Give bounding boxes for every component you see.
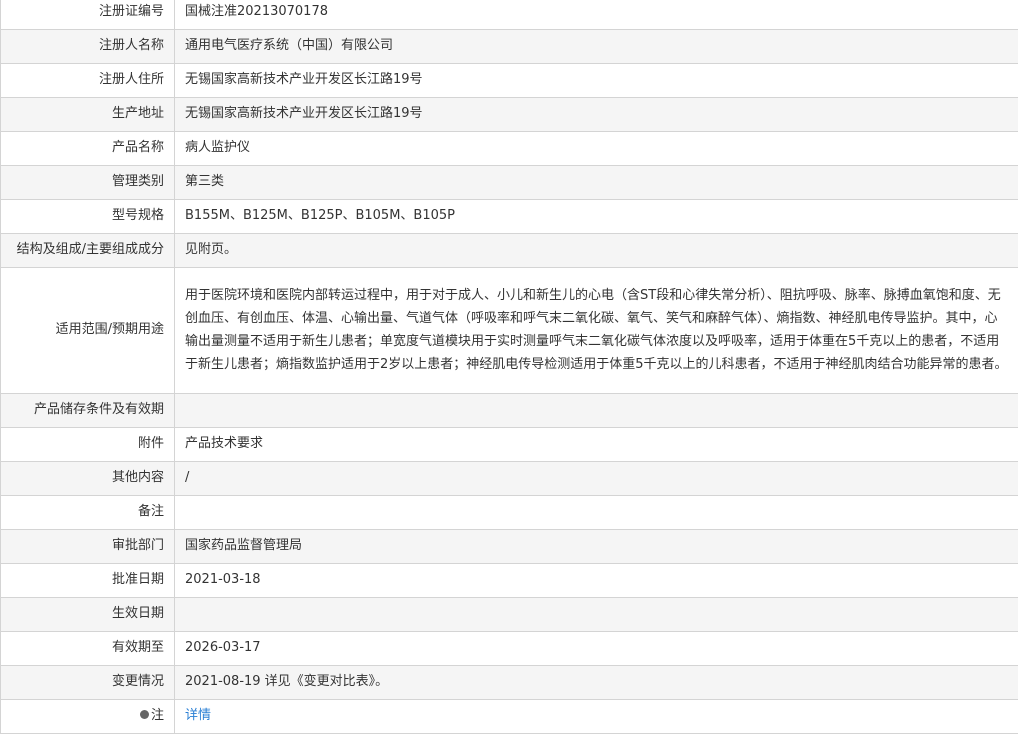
table-row: 产品名称 病人监护仪 <box>0 131 1018 166</box>
row-label: 注册人住所 <box>0 63 175 98</box>
row-label: 生产地址 <box>0 97 175 132</box>
row-value: 国械注准20213070178 <box>174 0 1018 30</box>
row-label: 型号规格 <box>0 199 175 234</box>
table-row: 生产地址 无锡国家高新技术产业开发区长江路19号 <box>0 97 1018 132</box>
row-value: 用于医院环境和医院内部转运过程中，用于对于成人、小儿和新生儿的心电（含ST段和心… <box>174 267 1018 394</box>
table-row: 注册人住所 无锡国家高新技术产业开发区长江路19号 <box>0 63 1018 98</box>
note-label-text: 注 <box>150 708 164 723</box>
table-row: 管理类别 第三类 <box>0 165 1018 200</box>
row-value: 产品技术要求 <box>174 427 1018 462</box>
row-value: 通用电气医疗系统（中国）有限公司 <box>174 29 1018 64</box>
row-label: 备注 <box>0 495 175 530</box>
note-label: 注 <box>0 699 175 734</box>
table-row: 其他内容 / <box>0 461 1018 496</box>
row-value: 见附页。 <box>174 233 1018 268</box>
table-row: 变更情况 2021-08-19 详见《变更对比表》。 <box>0 665 1018 700</box>
row-value: 国家药品监督管理局 <box>174 529 1018 564</box>
row-label: 注册人名称 <box>0 29 175 64</box>
table-row: 结构及组成/主要组成成分 见附页。 <box>0 233 1018 268</box>
table-row: 注册人名称 通用电气医疗系统（中国）有限公司 <box>0 29 1018 64</box>
row-value: / <box>174 461 1018 496</box>
table-row: 审批部门 国家药品监督管理局 <box>0 529 1018 564</box>
table-row: 型号规格 B155M、B125M、B125P、B105M、B105P <box>0 199 1018 234</box>
row-value: 2026-03-17 <box>174 631 1018 666</box>
row-label: 产品储存条件及有效期 <box>0 393 175 428</box>
details-link[interactable]: 详情 <box>185 708 211 723</box>
row-label: 其他内容 <box>0 461 175 496</box>
table-row: 备注 <box>0 495 1018 530</box>
row-value <box>174 495 1018 530</box>
row-value: 详情 <box>174 699 1018 734</box>
table-row: 适用范围/预期用途 用于医院环境和医院内部转运过程中，用于对于成人、小儿和新生儿… <box>0 267 1018 394</box>
table-row: 注册证编号 国械注准20213070178 <box>0 0 1018 30</box>
row-label: 结构及组成/主要组成成分 <box>0 233 175 268</box>
row-label: 变更情况 <box>0 665 175 700</box>
row-value: B155M、B125M、B125P、B105M、B105P <box>174 199 1018 234</box>
row-value: 2021-03-18 <box>174 563 1018 598</box>
row-label: 附件 <box>0 427 175 462</box>
row-value <box>174 393 1018 428</box>
table-row: 有效期至 2026-03-17 <box>0 631 1018 666</box>
table-row: 生效日期 <box>0 597 1018 632</box>
row-label: 生效日期 <box>0 597 175 632</box>
table-row: 注 详情 <box>0 699 1018 734</box>
row-label: 产品名称 <box>0 131 175 166</box>
table-row: 产品储存条件及有效期 <box>0 393 1018 428</box>
row-value: 无锡国家高新技术产业开发区长江路19号 <box>174 97 1018 132</box>
table-row: 附件 产品技术要求 <box>0 427 1018 462</box>
registration-detail-table: 注册证编号 国械注准20213070178 注册人名称 通用电气医疗系统（中国）… <box>0 0 1018 734</box>
row-value <box>174 597 1018 632</box>
row-label: 有效期至 <box>0 631 175 666</box>
row-label: 管理类别 <box>0 165 175 200</box>
row-label: 批准日期 <box>0 563 175 598</box>
row-value: 2021-08-19 详见《变更对比表》。 <box>174 665 1018 700</box>
row-value: 第三类 <box>174 165 1018 200</box>
pin-icon <box>139 710 149 719</box>
row-value: 无锡国家高新技术产业开发区长江路19号 <box>174 63 1018 98</box>
table-row: 批准日期 2021-03-18 <box>0 563 1018 598</box>
row-value: 病人监护仪 <box>174 131 1018 166</box>
row-label: 适用范围/预期用途 <box>0 267 175 394</box>
row-label: 审批部门 <box>0 529 175 564</box>
row-label: 注册证编号 <box>0 0 175 30</box>
